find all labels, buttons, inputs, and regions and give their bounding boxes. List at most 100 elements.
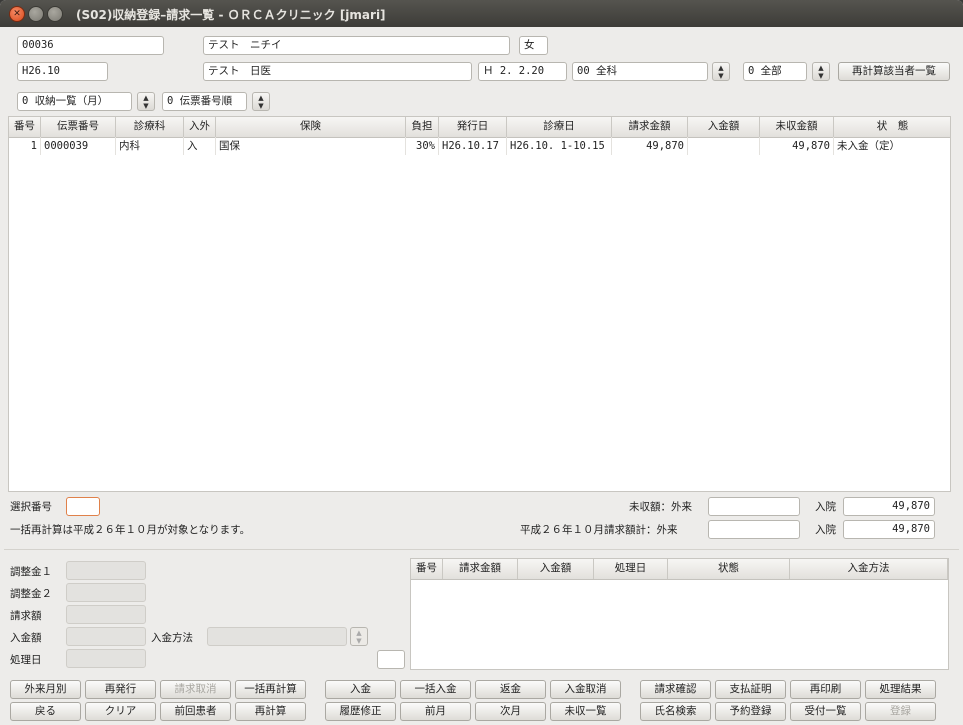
maximize-icon [48, 7, 62, 21]
billed-field [66, 605, 146, 624]
back-button[interactable]: 戻る [10, 702, 81, 721]
department-field[interactable]: 00 全科 [572, 62, 708, 81]
col-header[interactable]: 診療科 [116, 117, 184, 137]
app-window: ✕ (S02)収納登録–請求一覧 - ＯＲＣＡクリニック [jmari] 000… [0, 0, 963, 725]
col-header[interactable]: 負担 [406, 117, 439, 137]
select-number-input[interactable] [66, 497, 100, 516]
recalc-list-button[interactable]: 再計算該当者一覧 [838, 62, 950, 81]
cell-billed-amount: 49,870 [612, 137, 688, 155]
minimize-icon [29, 7, 43, 21]
unpaid-inpatient-label: 入院 [815, 501, 836, 513]
unpaid-list-button[interactable]: 未収一覧 [550, 702, 621, 721]
period-field[interactable]: H26.10 [17, 62, 108, 81]
paid-label: 入金額 [10, 632, 42, 644]
department-spin[interactable]: ▲ ▼ [712, 62, 730, 81]
previous-month-button[interactable]: 前月 [400, 702, 471, 721]
previous-patient-button[interactable]: 前回患者 [160, 702, 231, 721]
close-icon: ✕ [13, 9, 21, 19]
adjust2-field [66, 583, 146, 602]
unpaid-inpatient-field[interactable]: 49,870 [843, 497, 935, 516]
payment-button[interactable]: 入金 [325, 680, 396, 699]
process-result-button[interactable]: 処理結果 [865, 680, 936, 699]
col-header[interactable]: 番号 [9, 117, 41, 137]
patient-kana-field[interactable]: テスト ニチイ [203, 36, 510, 55]
clear-button[interactable]: クリア [85, 702, 156, 721]
billing-check-button[interactable]: 請求確認 [640, 680, 711, 699]
maximize-button[interactable] [47, 6, 63, 22]
next-month-button[interactable]: 次月 [475, 702, 546, 721]
col-header[interactable]: 入外 [184, 117, 216, 137]
patient-id-field[interactable]: 00036 [17, 36, 164, 55]
recalc-button[interactable]: 再計算 [235, 702, 306, 721]
unpaid-outpatient-field[interactable] [708, 497, 800, 516]
col-header[interactable]: 処理日 [594, 559, 668, 579]
col-header[interactable]: 状 態 [834, 117, 950, 137]
list-type-spin[interactable]: ▲ ▼ [137, 92, 155, 111]
cell-status: 未入金（定） [834, 137, 950, 155]
name-search-button[interactable]: 氏名検索 [640, 702, 711, 721]
minimize-button[interactable] [28, 6, 44, 22]
col-header[interactable]: 発行日 [439, 117, 507, 137]
cell-paid-amount [688, 137, 760, 155]
cell-number: 1 [9, 137, 41, 155]
billing-outpatient-field[interactable] [708, 520, 800, 539]
cancel-payment-button[interactable]: 入金取消 [550, 680, 621, 699]
col-header[interactable]: 入金額 [518, 559, 594, 579]
bulk-recalc-button[interactable]: 一括再計算 [235, 680, 306, 699]
birth-date-field[interactable]: Ｈ 2. 2.20 [478, 62, 567, 81]
billing-table: 番号 伝票番号 診療科 入外 保険 負担 発行日 診療日 請求金額 入金額 未収… [8, 116, 951, 492]
billing-inpatient-field[interactable]: 49,870 [843, 520, 935, 539]
cell-slip-number: 0000039 [41, 137, 116, 155]
sort-order-spin[interactable]: ▲ ▼ [252, 92, 270, 111]
col-header[interactable]: 保険 [216, 117, 406, 137]
reservation-button[interactable]: 予約登録 [715, 702, 786, 721]
unpaid-outpatient-label: 未収額：外来 [629, 501, 692, 513]
small-input[interactable] [377, 650, 405, 669]
payment-method-spin: ▲ ▼ [350, 627, 368, 646]
edit-history-button[interactable]: 履歴修正 [325, 702, 396, 721]
billing-total-label: 平成２６年１０月請求額計：外来 [520, 524, 678, 536]
col-header[interactable]: 診療日 [507, 117, 612, 137]
col-header[interactable]: 入金方法 [790, 559, 948, 579]
col-header[interactable]: 状態 [668, 559, 790, 579]
cell-in-out: 入 [184, 137, 216, 155]
payment-method-label: 入金方法 [151, 632, 193, 644]
cell-treatment-date: H26.10. 1-10.15 [507, 137, 612, 155]
col-header[interactable]: 未収金額 [760, 117, 834, 137]
reception-list-button[interactable]: 受付一覧 [790, 702, 861, 721]
bulk-payment-button[interactable]: 一括入金 [400, 680, 471, 699]
spin-arrows-icon: ▲ ▼ [356, 629, 362, 645]
scope-field[interactable]: 0 全部 [743, 62, 807, 81]
patient-name-field[interactable]: テスト 日医 [203, 62, 472, 81]
sort-order-field[interactable]: 0 伝票番号順 [162, 92, 247, 111]
window-title: (S02)収納登録–請求一覧 - ＯＲＣＡクリニック [jmari] [76, 8, 386, 22]
col-header[interactable]: 請求金額 [612, 117, 688, 137]
list-type-field[interactable]: 0 収納一覧（月） [17, 92, 132, 111]
close-button[interactable]: ✕ [9, 6, 25, 22]
spin-arrows-icon: ▲ ▼ [818, 64, 824, 80]
process-date-field [66, 649, 146, 668]
refund-button[interactable]: 返金 [475, 680, 546, 699]
adjust2-label: 調整金２ [10, 588, 52, 600]
adjust1-field [66, 561, 146, 580]
reissue-button[interactable]: 再発行 [85, 680, 156, 699]
select-number-label: 選択番号 [10, 501, 52, 513]
col-header[interactable]: 入金額 [688, 117, 760, 137]
scope-spin[interactable]: ▲ ▼ [812, 62, 830, 81]
table-row[interactable]: 1 0000039 内科 入 国保 30% H26.10.17 H26.10. … [9, 137, 950, 155]
payment-certificate-button[interactable]: 支払証明 [715, 680, 786, 699]
register-button: 登録 [865, 702, 936, 721]
col-header[interactable]: 請求金額 [443, 559, 518, 579]
col-header[interactable]: 伝票番号 [41, 117, 116, 137]
col-header[interactable]: 番号 [411, 559, 443, 579]
outpatient-monthly-button[interactable]: 外来月別 [10, 680, 81, 699]
billing-table-header: 番号 伝票番号 診療科 入外 保険 負担 発行日 診療日 請求金額 入金額 未収… [9, 117, 950, 138]
reprint-button[interactable]: 再印刷 [790, 680, 861, 699]
process-date-label: 処理日 [10, 654, 42, 666]
spin-arrows-icon: ▲ ▼ [718, 64, 724, 80]
cell-insurance: 国保 [216, 137, 406, 155]
billed-label: 請求額 [10, 610, 42, 622]
recalc-notice: 一括再計算は平成２６年１０月が対象となります。 [10, 524, 251, 536]
cell-unpaid-amount: 49,870 [760, 137, 834, 155]
patient-sex-field[interactable]: 女 [519, 36, 548, 55]
